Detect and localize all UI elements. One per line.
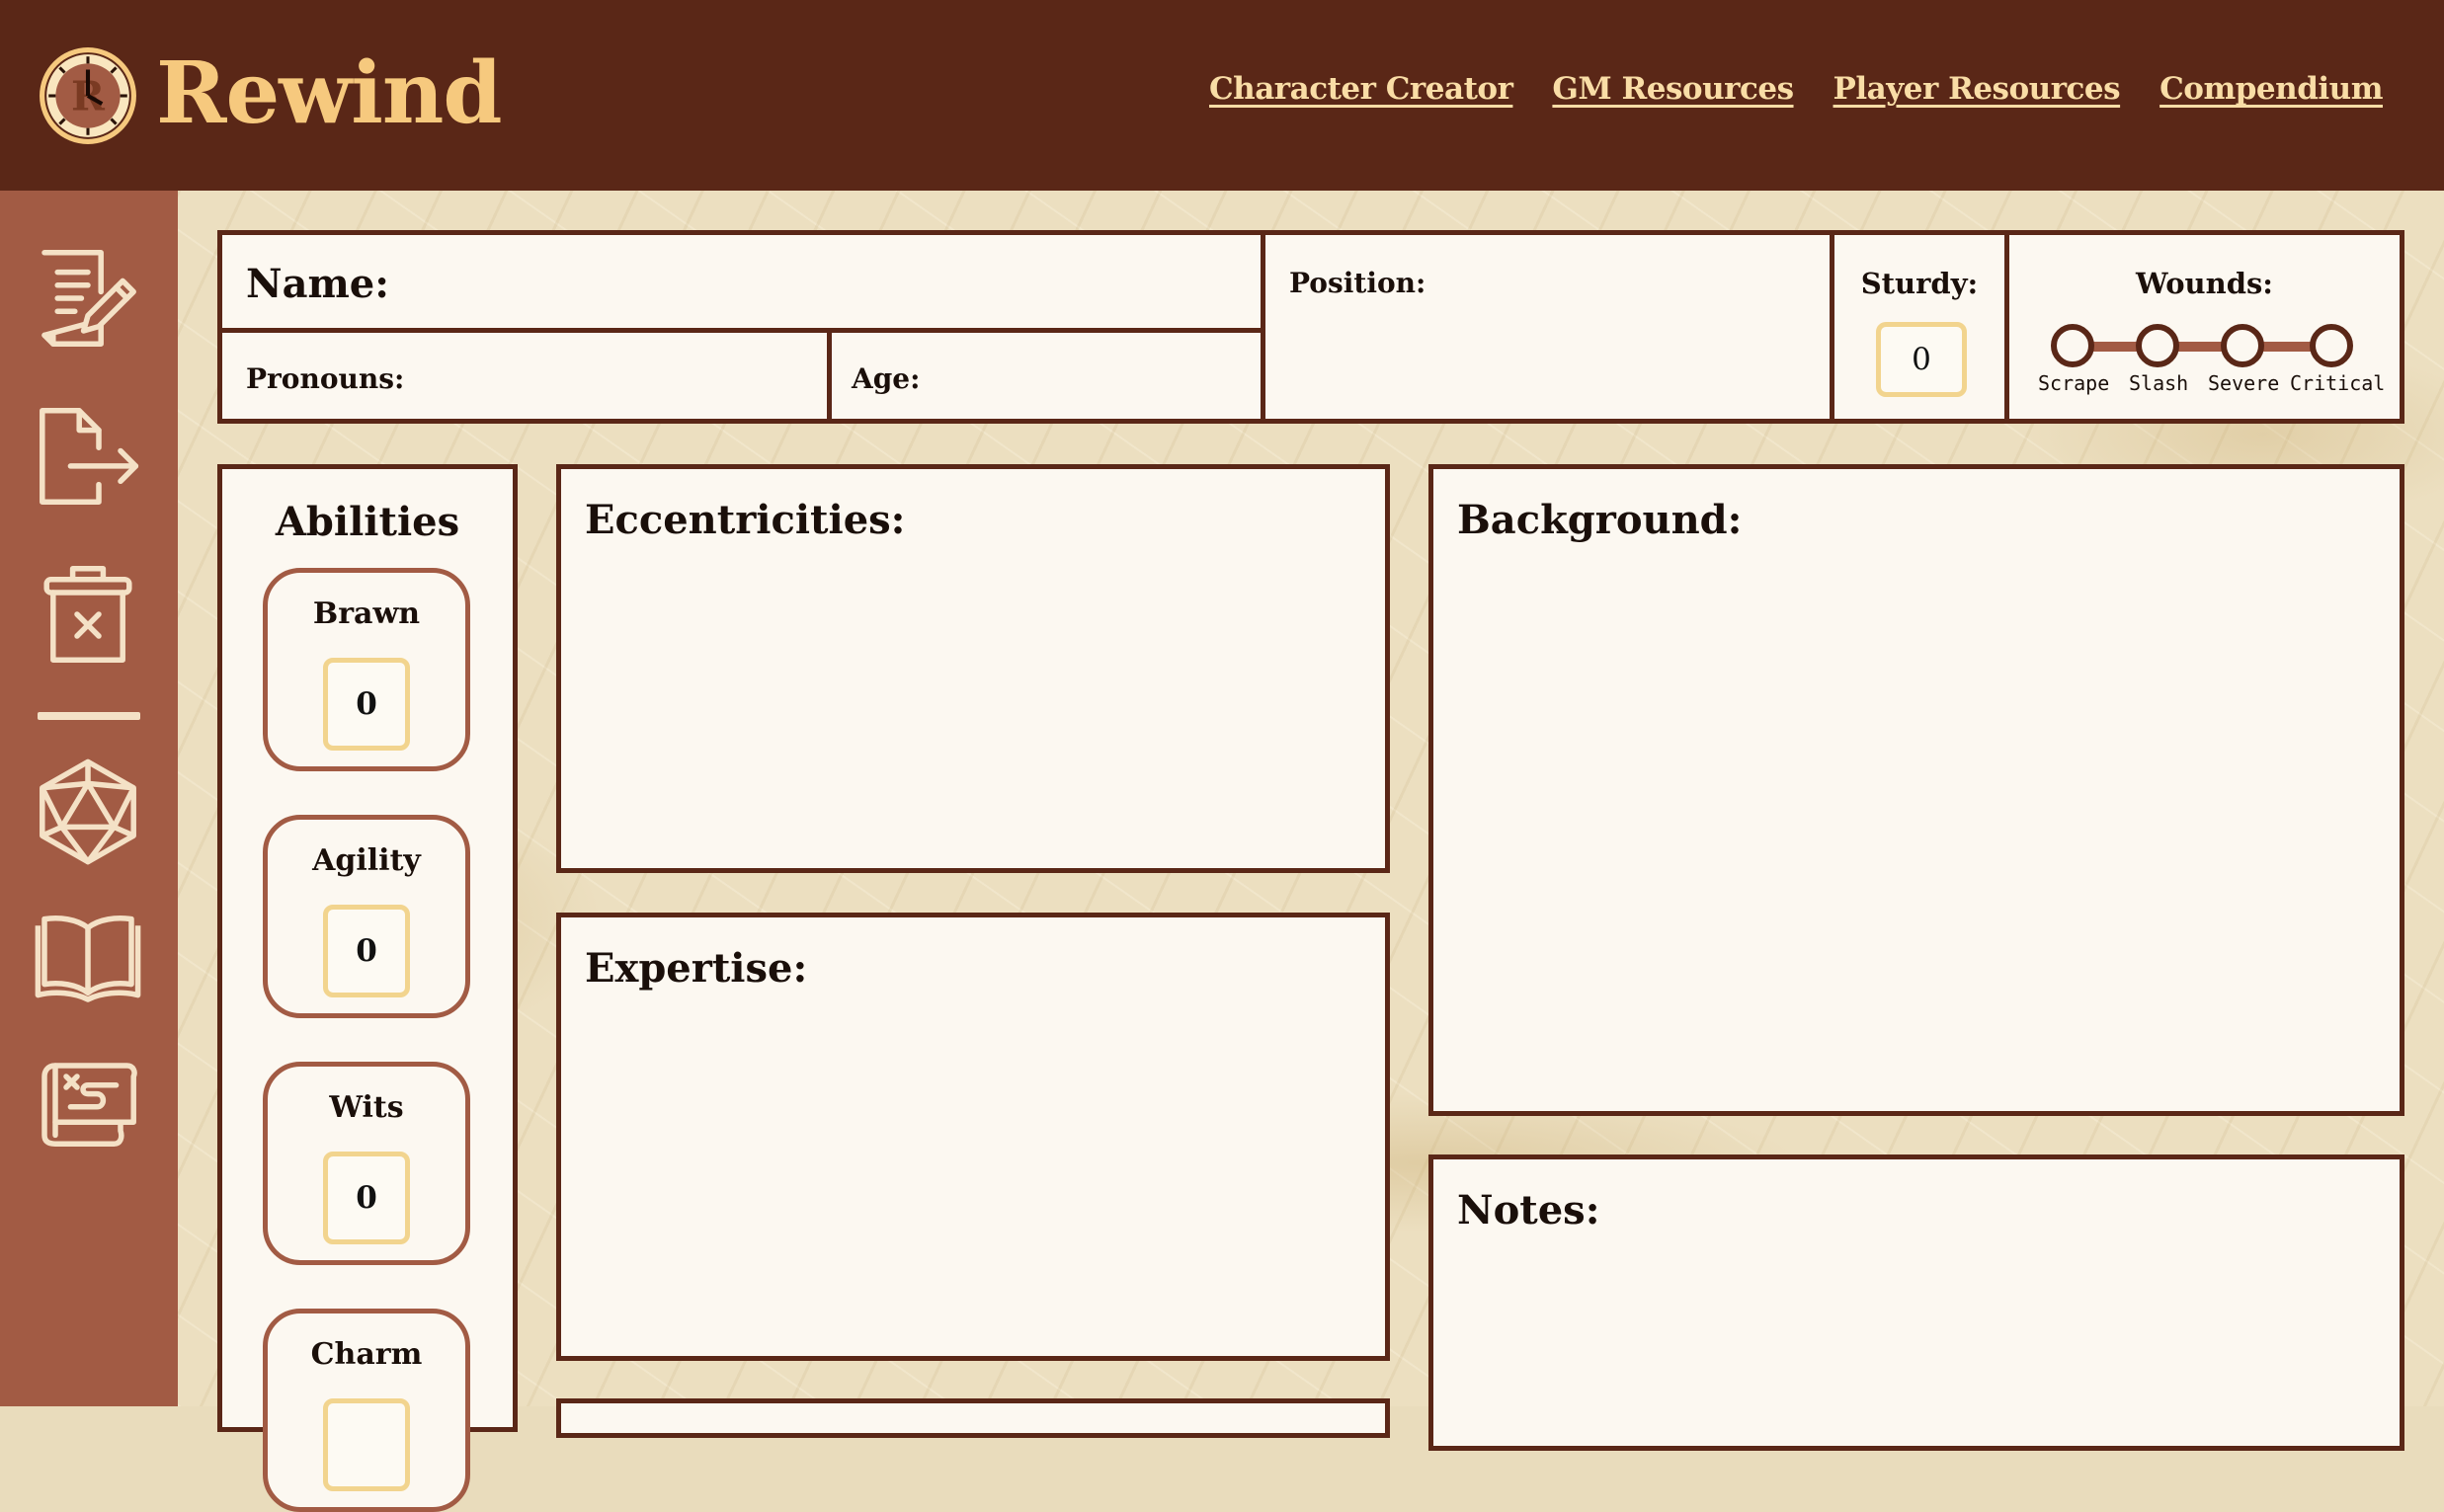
age-label: Age: bbox=[852, 362, 921, 395]
notes-label: Notes: bbox=[1457, 1187, 1600, 1233]
position-field[interactable]: Position: bbox=[1261, 230, 1834, 424]
ability-name: Agility bbox=[312, 843, 421, 878]
nav-gm-resources[interactable]: GM Resources bbox=[1552, 71, 1794, 107]
tool-sidebar bbox=[0, 191, 178, 1406]
wound-toggle-severe[interactable] bbox=[2221, 324, 2264, 367]
background-label: Background: bbox=[1457, 497, 1743, 543]
background-field[interactable]: Background: bbox=[1428, 464, 2404, 1116]
ability-value-input[interactable]: 0 bbox=[323, 658, 410, 751]
d20-dice-icon[interactable] bbox=[34, 757, 142, 866]
ability-card-charm: Charm bbox=[263, 1309, 470, 1512]
top-header: R Rewind Character Creator GM Resources … bbox=[0, 0, 2444, 191]
wound-label-critical: Critical bbox=[2290, 371, 2386, 395]
wound-toggle-critical[interactable] bbox=[2310, 324, 2353, 367]
expertise-label: Expertise: bbox=[585, 945, 808, 992]
edit-sheet-icon[interactable] bbox=[34, 244, 142, 353]
wound-label-scrape: Scrape bbox=[2038, 371, 2110, 395]
position-label: Position: bbox=[1289, 267, 1426, 299]
additional-field[interactable] bbox=[556, 1398, 1390, 1438]
notes-field[interactable]: Notes: bbox=[1428, 1154, 2404, 1451]
age-field[interactable]: Age: bbox=[827, 328, 1265, 424]
app-logo-title[interactable]: Rewind bbox=[156, 40, 503, 148]
ability-value-input[interactable]: 0 bbox=[323, 905, 410, 997]
ability-card-brawn: Brawn 0 bbox=[263, 568, 470, 771]
ability-name: Charm bbox=[310, 1337, 423, 1372]
eccentricities-label: Eccentricities: bbox=[585, 497, 906, 543]
expertise-field[interactable]: Expertise: bbox=[556, 913, 1390, 1361]
wound-toggle-slash[interactable] bbox=[2136, 324, 2179, 367]
wound-toggle-scrape[interactable] bbox=[2051, 324, 2094, 367]
eccentricities-field[interactable]: Eccentricities: bbox=[556, 464, 1390, 873]
main-nav: Character Creator GM Resources Player Re… bbox=[1209, 71, 2383, 107]
nav-character-creator[interactable]: Character Creator bbox=[1209, 71, 1513, 107]
wound-track-line bbox=[2071, 342, 2312, 352]
pronouns-label: Pronouns: bbox=[246, 362, 405, 395]
ability-value-input[interactable]: 0 bbox=[323, 1152, 410, 1244]
clock-logo-icon[interactable]: R bbox=[38, 45, 138, 146]
abilities-title: Abilities bbox=[275, 499, 460, 545]
ability-card-agility: Agility 0 bbox=[263, 815, 470, 1018]
wounds-label: Wounds: bbox=[2135, 267, 2274, 300]
nav-compendium[interactable]: Compendium bbox=[2159, 71, 2383, 107]
wound-label-severe: Severe bbox=[2208, 371, 2280, 395]
ability-card-wits: Wits 0 bbox=[263, 1062, 470, 1265]
delete-icon[interactable] bbox=[34, 560, 142, 669]
nav-player-resources[interactable]: Player Resources bbox=[1833, 71, 2121, 107]
pronouns-field[interactable]: Pronouns: bbox=[217, 328, 832, 424]
wound-label-slash: Slash bbox=[2129, 371, 2189, 395]
book-icon[interactable] bbox=[34, 902, 142, 1010]
ability-name: Wits bbox=[329, 1090, 404, 1125]
name-label: Name: bbox=[246, 261, 390, 307]
wound-track bbox=[2043, 324, 2353, 367]
name-field[interactable]: Name: bbox=[217, 230, 1265, 333]
sidebar-divider bbox=[38, 712, 140, 720]
scroll-map-icon[interactable] bbox=[34, 1044, 142, 1153]
sturdy-input[interactable]: 0 bbox=[1876, 322, 1967, 397]
export-icon[interactable] bbox=[34, 402, 142, 511]
sturdy-label: Sturdy: bbox=[1860, 267, 1979, 300]
sturdy-panel: Sturdy: 0 bbox=[1830, 230, 2009, 424]
ability-name: Brawn bbox=[312, 597, 421, 631]
ability-value-input[interactable] bbox=[323, 1398, 410, 1491]
